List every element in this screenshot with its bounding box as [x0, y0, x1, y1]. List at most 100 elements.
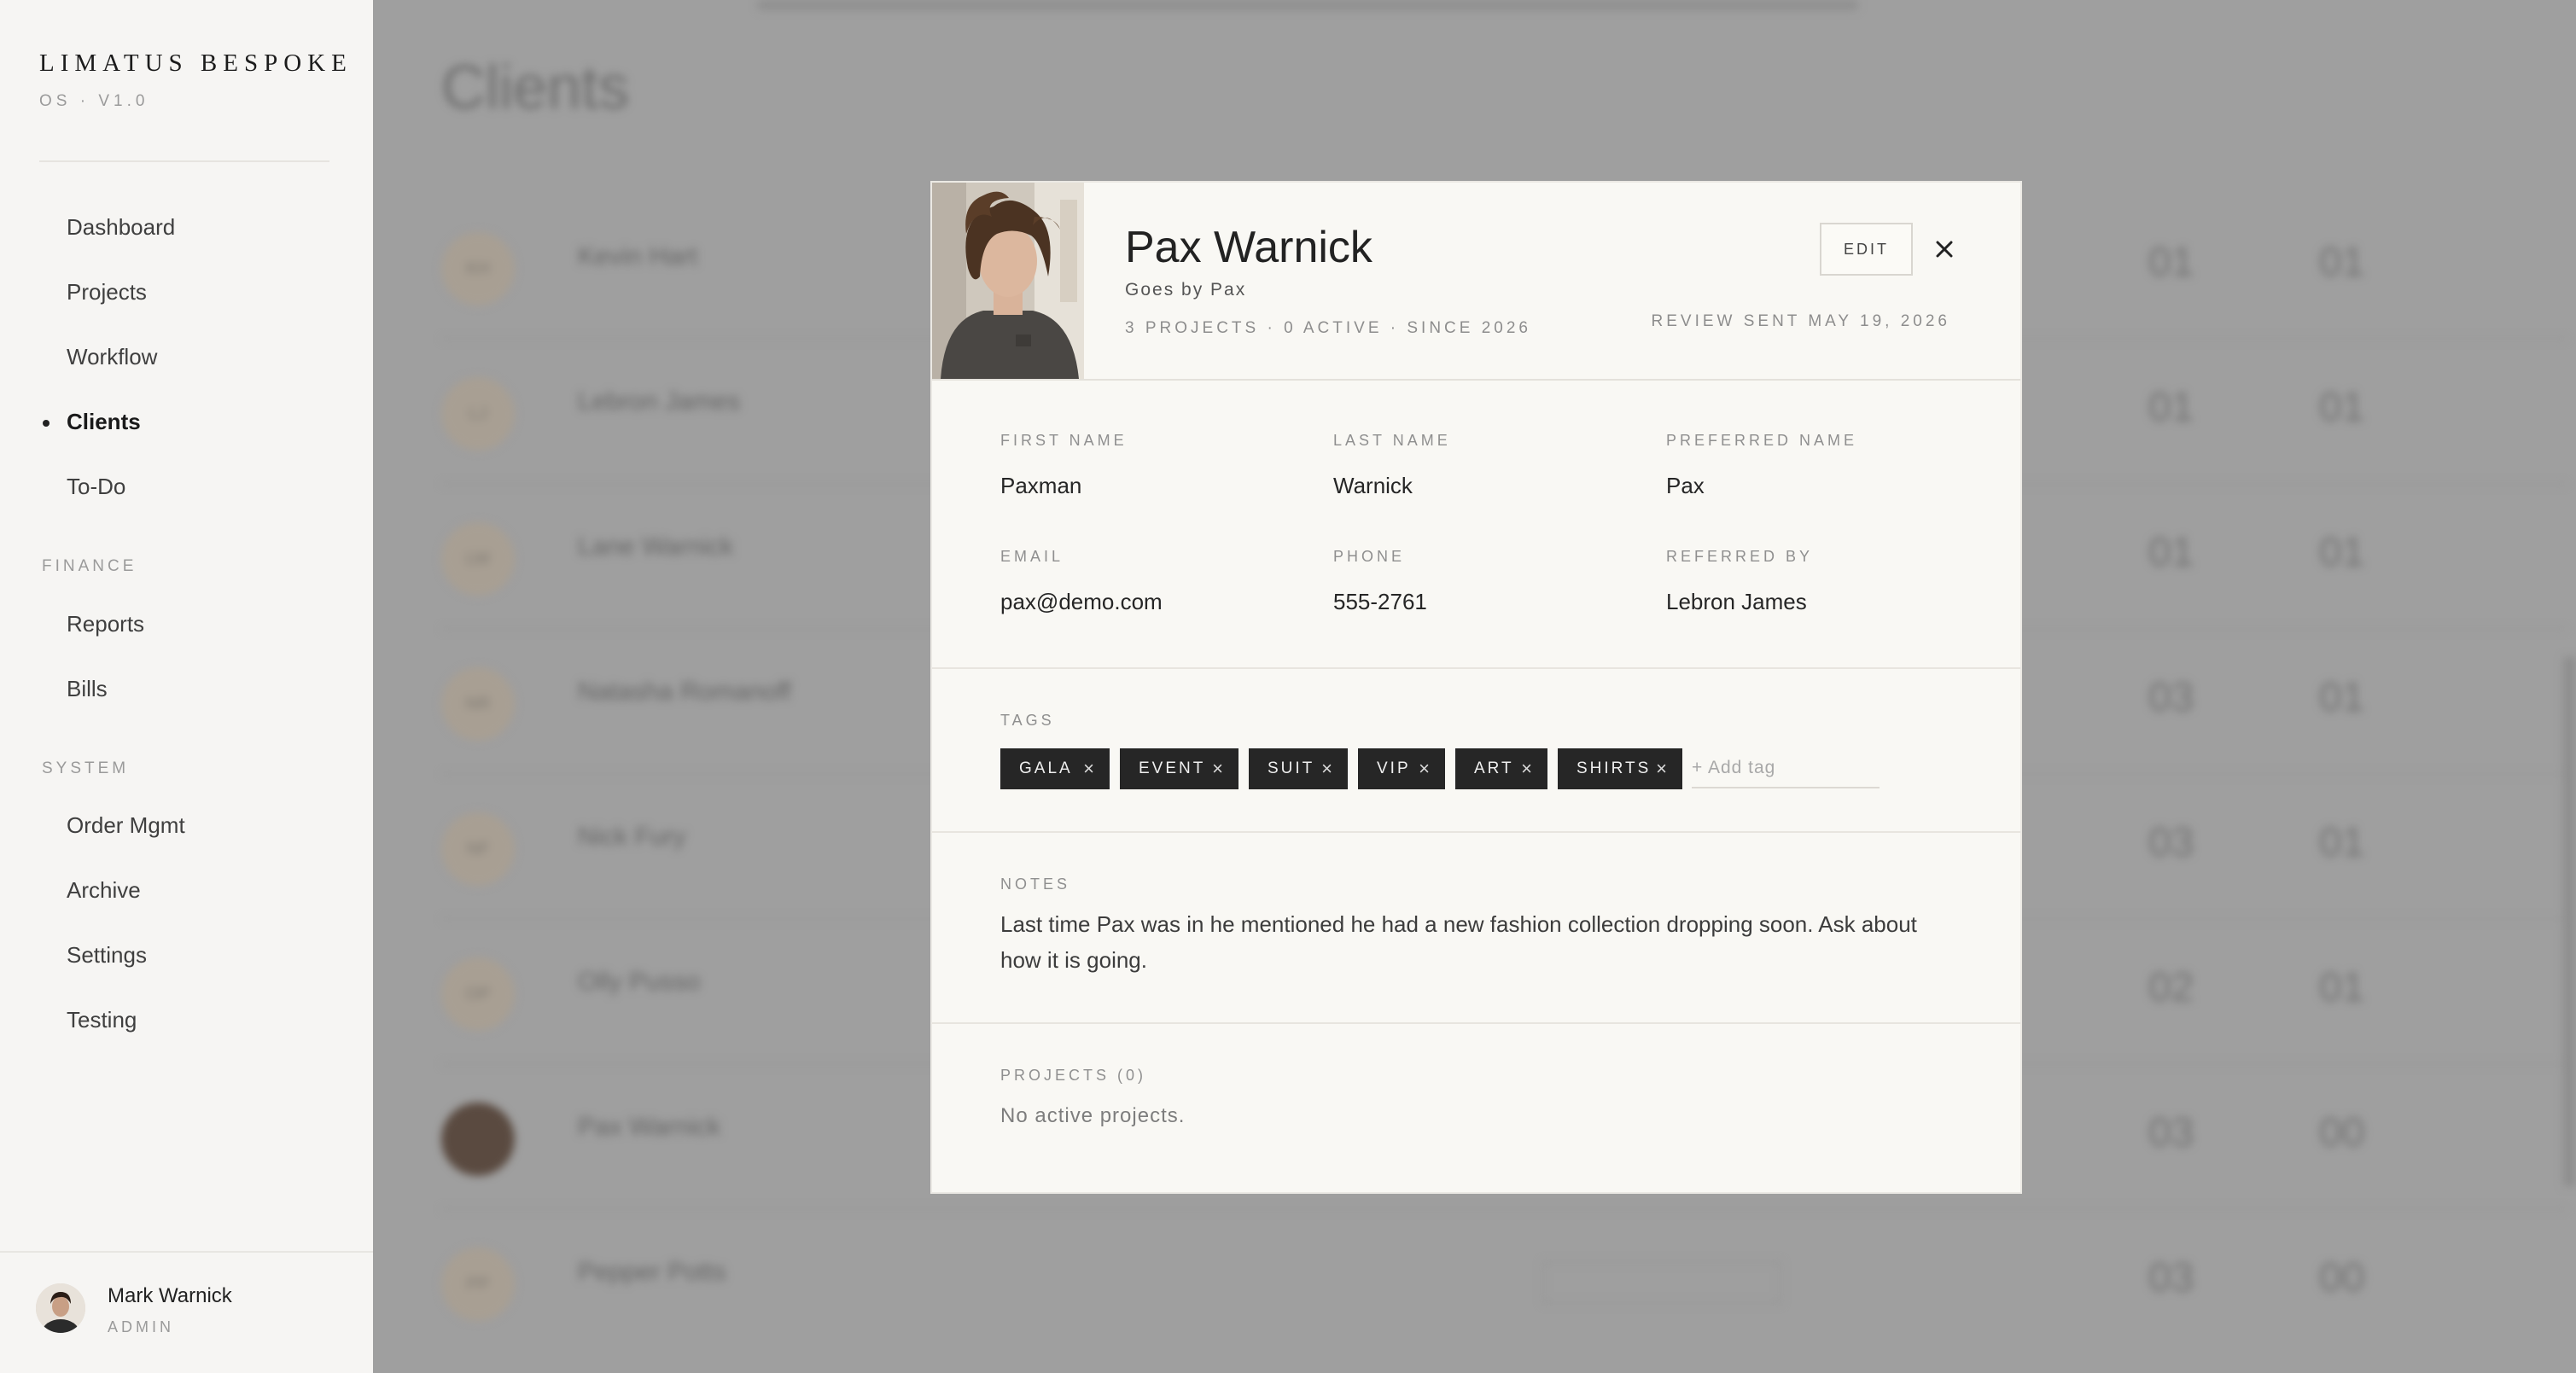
tag-label: ART	[1474, 759, 1514, 777]
nav-section-finance: FINANCE	[42, 557, 137, 575]
tags-label: TAGS	[1000, 712, 1055, 729]
scrollbar	[2563, 657, 2576, 1186]
nav-section-system: SYSTEM	[42, 759, 130, 777]
remove-tag-icon[interactable]: ×	[1419, 748, 1430, 789]
avatar: OP	[441, 957, 515, 1031]
active-count: 00	[2319, 1255, 2365, 1300]
projects-label: PROJECTS (0)	[1000, 1067, 1147, 1084]
preferred-name-value: Pax	[1666, 473, 1705, 498]
section-divider	[932, 1022, 2020, 1024]
client-name-heading: Pax Warnick	[1125, 223, 1373, 272]
client-name: Pepper Potts	[578, 1258, 726, 1286]
nav-item-testing[interactable]: Testing	[67, 1007, 137, 1033]
nav-item-todo[interactable]: To-Do	[67, 474, 125, 500]
email-label: EMAIL	[1000, 548, 1064, 565]
user-role: ADMIN	[108, 1318, 174, 1335]
brand-logo: LIMATUS BESPOKE	[39, 49, 353, 77]
tag-vip[interactable]: VIP ×	[1358, 748, 1445, 789]
client-detail-modal: Pax Warnick Goes by Pax 3 PROJECTS · 0 A…	[930, 181, 2022, 1194]
nav-item-bills[interactable]: Bills	[67, 676, 108, 702]
nav-item-order-mgmt[interactable]: Order Mgmt	[67, 812, 185, 839]
project-count: 01	[2148, 240, 2194, 285]
client-name: Olly Pusso	[578, 968, 701, 996]
tag-label: GALA	[1019, 759, 1073, 777]
preferred-name-label: PREFERRED NAME	[1666, 432, 1858, 449]
tag-label: SUIT	[1268, 759, 1315, 777]
nav-item-projects[interactable]: Projects	[67, 279, 147, 305]
nav-item-settings[interactable]: Settings	[67, 942, 147, 969]
nav-item-workflow[interactable]: Workflow	[67, 344, 157, 370]
last-name-value: Warnick	[1333, 473, 1413, 498]
last-name-label: LAST NAME	[1333, 432, 1451, 449]
client-name: Lane Warnick	[578, 532, 734, 561]
avatar: LW	[441, 522, 515, 596]
review-sent-status: REVIEW SENT MAY 19, 2026	[1651, 312, 1950, 330]
phone-value: 555-2761	[1333, 589, 1427, 614]
avatar: NF	[441, 812, 515, 886]
tag-shirts[interactable]: SHIRTS ×	[1558, 748, 1682, 789]
referred-by-label: REFERRED BY	[1666, 548, 1814, 565]
avatar: NR	[441, 667, 515, 741]
active-count: 01	[2319, 675, 2365, 720]
modal-header: Pax Warnick Goes by Pax 3 PROJECTS · 0 A…	[932, 183, 2020, 381]
remove-tag-icon[interactable]: ×	[1521, 748, 1532, 789]
active-count: 01	[2319, 240, 2365, 285]
project-count: 01	[2148, 530, 2194, 575]
project-count: 02	[2148, 965, 2194, 1010]
brand-version: OS · V1.0	[39, 92, 149, 110]
project-count: 03	[2148, 820, 2194, 865]
brand-divider	[39, 160, 329, 162]
tag-label: EVENT	[1139, 759, 1206, 777]
nav-item-archive[interactable]: Archive	[67, 877, 141, 904]
add-tag-input[interactable]	[1692, 749, 1880, 788]
page-title: Clients	[441, 54, 630, 122]
project-count: 03	[2148, 1110, 2194, 1155]
active-count: 01	[2319, 965, 2365, 1010]
client-name: Pax Warnick	[578, 1113, 721, 1141]
notes-text[interactable]: Last time Pax was in he mentioned he had…	[1000, 906, 1956, 978]
nav-item-reports[interactable]: Reports	[67, 611, 144, 637]
tag-label: VIP	[1377, 759, 1411, 777]
active-count: 01	[2319, 820, 2365, 865]
client-name: Lebron James	[578, 387, 741, 416]
avatar	[441, 1102, 515, 1176]
remove-tag-icon[interactable]: ×	[1656, 748, 1667, 789]
active-count: 00	[2319, 1110, 2365, 1155]
remove-tag-icon[interactable]: ×	[1321, 748, 1332, 789]
nav-item-dashboard[interactable]: Dashboard	[67, 214, 175, 241]
avatar: KH	[441, 232, 515, 305]
avatar[interactable]	[36, 1283, 85, 1333]
remove-tag-icon[interactable]: ×	[1083, 748, 1094, 789]
active-count: 01	[2319, 385, 2365, 430]
project-count: 03	[2148, 1255, 2194, 1300]
project-count: 01	[2148, 385, 2194, 430]
active-indicator-dot	[43, 420, 50, 427]
section-divider	[932, 831, 2020, 833]
client-name: Kevin Hart	[578, 242, 698, 271]
project-count: 03	[2148, 675, 2194, 720]
client-name: Nick Fury	[578, 823, 686, 851]
remove-tag-icon[interactable]: ×	[1212, 748, 1223, 789]
edit-button[interactable]: EDIT	[1820, 223, 1913, 276]
avatar: PP	[441, 1248, 515, 1321]
client-stats: 3 PROJECTS · 0 ACTIVE · SINCE 2026	[1125, 319, 1531, 337]
first-name-value: Paxman	[1000, 473, 1082, 498]
nav-item-clients[interactable]: Clients	[67, 409, 141, 435]
referred-by-value: Lebron James	[1666, 589, 1807, 614]
tag-suit[interactable]: SUIT ×	[1249, 748, 1348, 789]
first-name-label: FIRST NAME	[1000, 432, 1128, 449]
tag-event[interactable]: EVENT ×	[1120, 748, 1238, 789]
sidebar: LIMATUS BESPOKE OS · V1.0 Dashboard Proj…	[0, 0, 373, 1373]
tag-gala[interactable]: GALA ×	[1000, 748, 1110, 789]
close-icon[interactable]	[1929, 234, 1960, 265]
client-name: Natasha Romanoff	[578, 678, 791, 706]
active-count: 01	[2319, 530, 2365, 575]
top-bar	[757, 0, 1858, 10]
user-name: Mark Warnick	[108, 1284, 232, 1307]
notes-label: NOTES	[1000, 876, 1071, 893]
tag-art[interactable]: ART ×	[1455, 748, 1547, 789]
email-value: pax@demo.com	[1000, 589, 1163, 614]
tag-label: SHIRTS	[1576, 759, 1652, 777]
section-divider	[932, 667, 2020, 669]
status-pill	[1542, 1261, 1781, 1304]
